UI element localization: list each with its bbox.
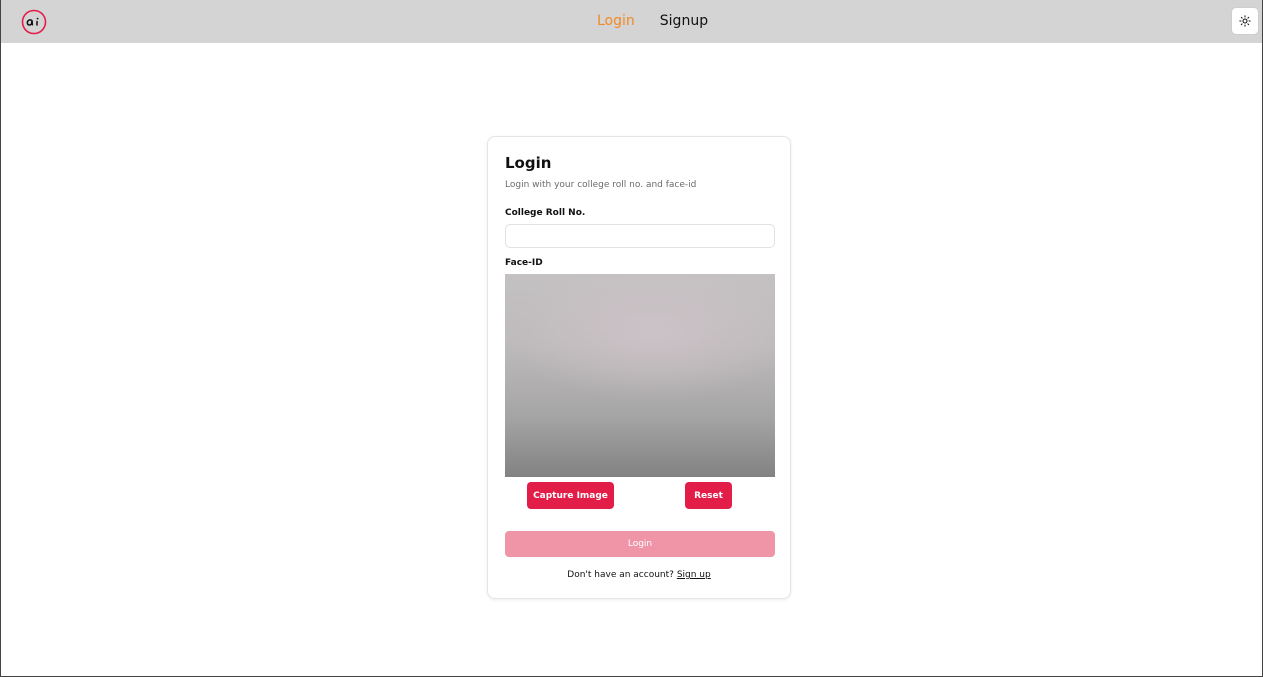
nav-link-signup[interactable]: Signup [660, 13, 708, 29]
theme-toggle-button[interactable] [1232, 8, 1258, 34]
ai-logo-icon[interactable] [21, 9, 47, 35]
signup-link[interactable]: Sign up [677, 570, 711, 580]
face-id-label: Face-ID [505, 258, 543, 268]
roll-number-input[interactable] [505, 224, 775, 248]
webcam-preview [505, 274, 775, 477]
reset-button[interactable]: Reset [685, 482, 732, 509]
signup-prompt-text: Don't have an account? [567, 570, 674, 580]
login-card: Login Login with your college roll no. a… [487, 136, 791, 599]
card-title: Login [505, 154, 552, 172]
nav-links: Login Signup [597, 13, 708, 29]
card-subtitle: Login with your college roll no. and fac… [505, 180, 697, 190]
login-submit-button[interactable]: Login [505, 531, 775, 557]
capture-image-button[interactable]: Capture Image [527, 482, 614, 509]
sun-icon [1239, 15, 1251, 27]
app-window: Login Signup Login Login with your colle… [0, 0, 1263, 677]
signup-prompt-line: Don't have an account? Sign up [488, 570, 790, 580]
nav-link-login[interactable]: Login [597, 13, 635, 29]
roll-number-label: College Roll No. [505, 208, 586, 218]
top-navbar: Login Signup [1, 0, 1262, 43]
